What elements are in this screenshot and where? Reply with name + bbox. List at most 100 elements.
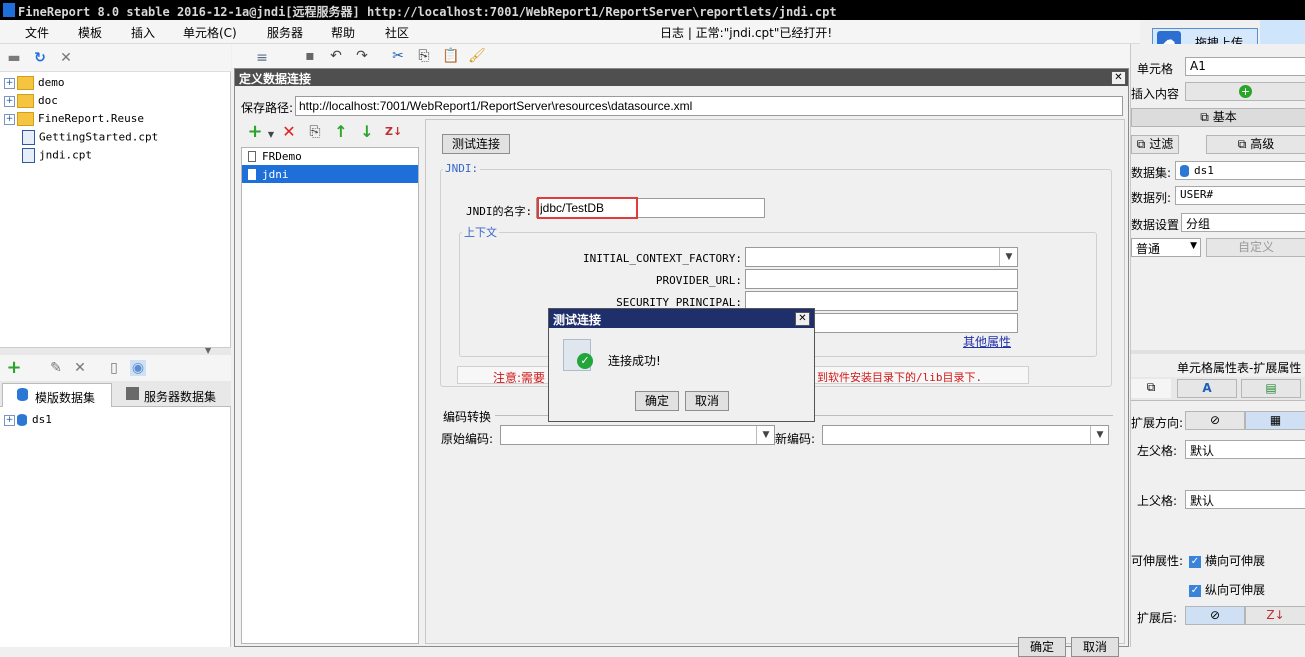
ctx-provider-url-label: PROVIDER_URL:: [655, 274, 742, 287]
column-label: 数据列:: [1131, 191, 1172, 205]
menu-bar: 文件 模板 插入 单元格(C) 服务器 帮助 社区 日志 | 正常:"jndi.…: [0, 20, 1140, 44]
add-dataset-icon[interactable]: +: [6, 359, 22, 377]
stretch-horizontal-checkbox[interactable]: ✓ 横向可伸展: [1189, 552, 1265, 569]
move-up-icon[interactable]: ↑: [333, 124, 349, 140]
tree-item-gettingstarted[interactable]: GettingStarted.cpt: [22, 130, 158, 147]
copy-connection-icon[interactable]: ⎘: [307, 124, 323, 140]
tree-item-doc[interactable]: + doc: [4, 94, 58, 111]
panel-splitter[interactable]: ▼: [0, 346, 231, 355]
move-down-icon[interactable]: ↓: [359, 124, 375, 140]
original-encoding-select[interactable]: [500, 425, 775, 445]
tab-style-icon[interactable]: A: [1177, 379, 1237, 398]
connection-item-frdemo[interactable]: FRDemo: [242, 148, 418, 165]
basic-label: 基本: [1212, 110, 1237, 124]
after-none-button[interactable]: ⊘: [1185, 606, 1245, 625]
popup-ok-button[interactable]: 确定: [635, 391, 679, 411]
paste-icon[interactable]: 📋: [442, 48, 459, 64]
db-icon: [248, 151, 256, 162]
mode-select[interactable]: 普通 ▼: [1131, 238, 1201, 257]
open-folder-icon[interactable]: ▬: [6, 50, 22, 66]
cut-icon[interactable]: ✂: [390, 48, 406, 64]
tab-template-datasets[interactable]: 模版数据集: [2, 383, 112, 407]
format-brush-icon[interactable]: 🖌: [468, 48, 486, 64]
expand-icon[interactable]: +: [4, 77, 15, 89]
tab-condition-icon[interactable]: ▤: [1241, 379, 1301, 398]
new-encoding-select[interactable]: [822, 425, 1109, 445]
basic-section-header[interactable]: ⧉ 基本: [1131, 108, 1305, 127]
menu-help[interactable]: 帮助: [331, 24, 355, 41]
dialog-close-button[interactable]: ✕: [1111, 71, 1126, 85]
dataset-field[interactable]: ds1: [1175, 161, 1305, 180]
insert-content-button[interactable]: +: [1185, 82, 1305, 101]
redo-icon[interactable]: ↷: [354, 48, 370, 64]
collapse-icon[interactable]: ▼: [205, 346, 211, 355]
refresh-icon[interactable]: ↻: [32, 50, 48, 66]
connection-item-jdni[interactable]: jdni: [242, 165, 418, 183]
menu-template[interactable]: 模板: [78, 24, 102, 41]
tab-server-datasets[interactable]: 服务器数据集: [114, 383, 228, 407]
report-file-icon: [22, 148, 35, 163]
expand-direction-label: 扩展方向:: [1131, 416, 1184, 430]
ctx-factory-dropdown-icon[interactable]: ▼: [999, 248, 1018, 266]
popup-close-button[interactable]: ✕: [795, 312, 810, 326]
other-properties-link[interactable]: 其他属性: [963, 333, 1011, 350]
top-right-blue-tab: [1260, 20, 1305, 44]
data-setting-field[interactable]: 分组: [1181, 213, 1305, 232]
menu-cell[interactable]: 单元格(C): [183, 24, 237, 41]
stretch-vertical-checkbox[interactable]: ✓ 纵向可伸展: [1189, 581, 1265, 598]
delete-dataset-icon[interactable]: ✕: [72, 360, 88, 376]
orig-encoding-dropdown-icon[interactable]: ▼: [756, 426, 775, 444]
column-field[interactable]: USER#: [1175, 186, 1305, 205]
edit-icon[interactable]: ✎: [48, 360, 64, 376]
tree-label: doc: [38, 94, 58, 107]
report-file-icon: [22, 130, 35, 145]
save-path-field[interactable]: [295, 96, 1123, 116]
tree-item-demo[interactable]: + demo: [4, 76, 65, 93]
save-icon[interactable]: ▪: [302, 48, 318, 64]
add-connection-icon[interactable]: +: [247, 123, 263, 141]
menu-community[interactable]: 社区: [385, 24, 409, 41]
expand-icon[interactable]: +: [4, 95, 15, 107]
advanced-button[interactable]: ⧉ 高级: [1206, 135, 1305, 154]
dialog-cancel-button[interactable]: 取消: [1071, 637, 1119, 657]
dataset-item[interactable]: + ds1: [4, 413, 52, 430]
new-encoding-dropdown-icon[interactable]: ▼: [1090, 426, 1109, 444]
ctx-initial-factory-field[interactable]: [745, 247, 1018, 267]
after-sort-button[interactable]: Z↓: [1245, 606, 1305, 625]
add-dropdown-icon[interactable]: ▼: [263, 127, 279, 143]
delete-icon[interactable]: ✕: [58, 50, 74, 66]
filter-button[interactable]: ⧉ 过滤: [1131, 135, 1179, 154]
expand-icon[interactable]: +: [4, 113, 15, 125]
preview-icon[interactable]: ▯: [106, 360, 122, 376]
panel-splitter-right[interactable]: [1131, 350, 1305, 354]
tree-item-jndi[interactable]: jndi.cpt: [22, 148, 92, 165]
expand-grid-button[interactable]: ▦: [1245, 411, 1305, 430]
top-parent-field[interactable]: 默认: [1185, 490, 1305, 509]
menu-server[interactable]: 服务器: [267, 24, 303, 41]
menu-insert[interactable]: 插入: [131, 24, 155, 41]
ctx-provider-url-field[interactable]: [745, 269, 1018, 289]
left-parent-field[interactable]: 默认: [1185, 440, 1305, 459]
mode-value: 普通: [1136, 242, 1161, 256]
expand-icon[interactable]: +: [4, 414, 15, 426]
server-dataset-icon[interactable]: ◉: [130, 360, 146, 376]
sort-icon[interactable]: Z↓: [385, 124, 402, 140]
menu-file[interactable]: 文件: [25, 24, 49, 41]
connection-label: jdni: [262, 168, 289, 181]
tab-expand-icon[interactable]: ⧉: [1131, 379, 1171, 398]
success-check-icon: ✓: [577, 353, 593, 369]
menu-lines-icon[interactable]: ≡: [254, 50, 270, 66]
cell-field[interactable]: A1: [1185, 57, 1305, 76]
tree-item-reuse[interactable]: + FineReport.Reuse: [4, 112, 144, 129]
popup-cancel-button[interactable]: 取消: [685, 391, 729, 411]
delete-connection-icon[interactable]: ✕: [281, 124, 297, 140]
main-toolbar: ≡ ▪ ↶ ↷ ✂ ⎘ 📋 🖌: [232, 44, 1130, 68]
test-connection-button[interactable]: 测试连接: [442, 134, 510, 154]
copy-icon[interactable]: ⎘: [416, 48, 432, 64]
expand-none-button[interactable]: ⊘: [1185, 411, 1245, 430]
undo-icon[interactable]: ↶: [328, 48, 344, 64]
database-icon: [1180, 164, 1189, 177]
window-title-bar: FineReport 8.0 stable 2016-12-1a@jndi[远程…: [0, 0, 1305, 20]
dialog-ok-button[interactable]: 确定: [1018, 637, 1066, 657]
custom-button[interactable]: 自定义: [1206, 238, 1305, 257]
